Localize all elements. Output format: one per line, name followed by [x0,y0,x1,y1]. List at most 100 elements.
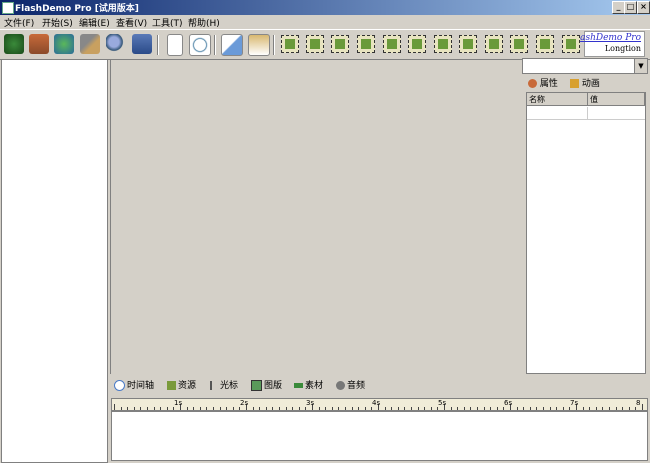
tab-properties[interactable]: 属性 [528,76,558,90]
title-bar: FlashDemo Pro [试用版本] _ □ × [0,0,650,15]
sound-icon[interactable] [536,35,554,53]
timeline-track-area[interactable] [111,411,648,461]
ruler-tick [232,407,234,410]
editor-canvas[interactable] [110,59,520,374]
highlight-icon[interactable] [485,35,503,53]
cursor-icon[interactable] [510,35,528,53]
frame-icon[interactable] [281,35,299,53]
ruler-tick [529,407,531,410]
tab-timeline-label: 时间轴 [127,381,155,391]
ruler-tick [463,407,465,410]
ruler-tick [259,407,261,410]
menu-file[interactable]: 文件(F) [4,16,34,29]
audio-icon [336,381,345,390]
property-grid[interactable]: 名称 值 [526,92,646,374]
title-icon[interactable] [434,35,452,53]
ruler-tick [292,407,294,410]
ruler-label: 5s [438,399,447,407]
tab-images[interactable]: 图版 [251,378,282,391]
close-button[interactable]: × [637,1,650,14]
ruler-tick [391,407,393,410]
ruler-tick [437,407,439,410]
ruler-tick [569,407,571,410]
column-value[interactable]: 值 [588,93,645,106]
export-icon[interactable] [132,34,152,54]
property-name-cell[interactable] [527,107,588,120]
toolbar-separator [273,35,275,55]
menu-start[interactable]: 开始(S) [42,16,73,29]
column-name[interactable]: 名称 [527,93,588,106]
ruler-tick [160,407,162,410]
ruler-tick [226,407,228,410]
logo-company: Longtion [604,44,641,53]
ruler-tick [642,404,643,410]
search-icon[interactable] [106,34,126,54]
ruler-tick [549,407,551,410]
globe-icon[interactable] [54,34,74,54]
home-icon[interactable] [29,34,49,54]
window-icon[interactable] [306,35,324,53]
ruler-tick [186,407,188,410]
maximize-button[interactable]: □ [624,1,637,14]
ruler-tick [490,407,492,410]
ruler-tick [397,407,399,410]
ruler-tick [285,407,287,410]
tab-cursor[interactable]: 光标 [210,378,238,391]
page-list-panel[interactable] [1,59,108,463]
image-icon [251,380,262,391]
ruler-tick [477,407,478,410]
note-icon[interactable] [357,35,375,53]
ruler-tick [206,407,208,410]
region-icon[interactable] [331,35,349,53]
image-icon[interactable] [383,35,401,53]
preview-icon[interactable] [189,34,211,56]
property-value-cell[interactable] [588,107,645,120]
ruler-tick [384,407,386,410]
ruler-label: 8 [636,399,641,407]
menu-help[interactable]: 帮助(H) [188,16,220,29]
tools-icon[interactable] [80,34,100,54]
ruler-label: 6s [504,399,513,407]
tab-animation[interactable]: 动画 [570,76,600,90]
ruler-tick [318,407,320,410]
chevron-down-icon[interactable]: ▼ [634,59,647,73]
menu-tools[interactable]: 工具(T) [152,16,183,29]
ruler-label: 4s [372,399,381,407]
ruler-tick [496,407,498,410]
paste-icon[interactable] [248,34,270,56]
clock-icon [114,380,125,391]
menu-view[interactable]: 查看(V) [116,16,147,29]
ruler-tick [609,407,610,410]
logo-product: ashDemo Pro [580,33,641,43]
ruler-tick [252,407,254,410]
tab-materials[interactable]: 素材 [294,378,323,391]
ruler-tick [404,407,406,410]
ruler-tick [153,407,155,410]
tab-audio[interactable]: 音频 [336,378,365,391]
tab-resources[interactable]: 资源 [167,378,196,391]
new-page-icon[interactable] [167,34,183,56]
ruler-tick [351,407,353,410]
menu-bar: 文件(F) 开始(S) 编辑(E) 查看(V) 工具(T) 帮助(H) [0,15,650,29]
text-icon[interactable] [408,35,426,53]
zoom-icon[interactable] [562,35,580,53]
ruler-tick [325,407,327,410]
longtion-logo: ashDemo Pro Longtion [580,31,645,57]
ruler-tick [358,407,360,410]
ruler-tick [166,407,168,410]
tab-properties-label: 属性 [539,79,558,89]
copy-icon[interactable] [221,34,243,56]
object-selector[interactable]: ▼ [522,58,648,74]
record-icon[interactable] [4,34,24,54]
timeline-ruler[interactable]: 1s 2s 3s 4s 5s 6s 7s 8 [111,398,648,411]
ruler-tick [424,407,426,410]
ruler-tick [199,407,201,410]
ruler-tick [635,407,637,410]
tab-timeline[interactable]: 时间轴 [114,378,154,391]
ruler-tick [147,407,148,410]
ruler-tick [483,407,485,410]
menu-edit[interactable]: 编辑(E) [79,16,110,29]
button-icon[interactable] [459,35,477,53]
ruler-tick [127,407,129,410]
ruler-tick [536,407,538,410]
